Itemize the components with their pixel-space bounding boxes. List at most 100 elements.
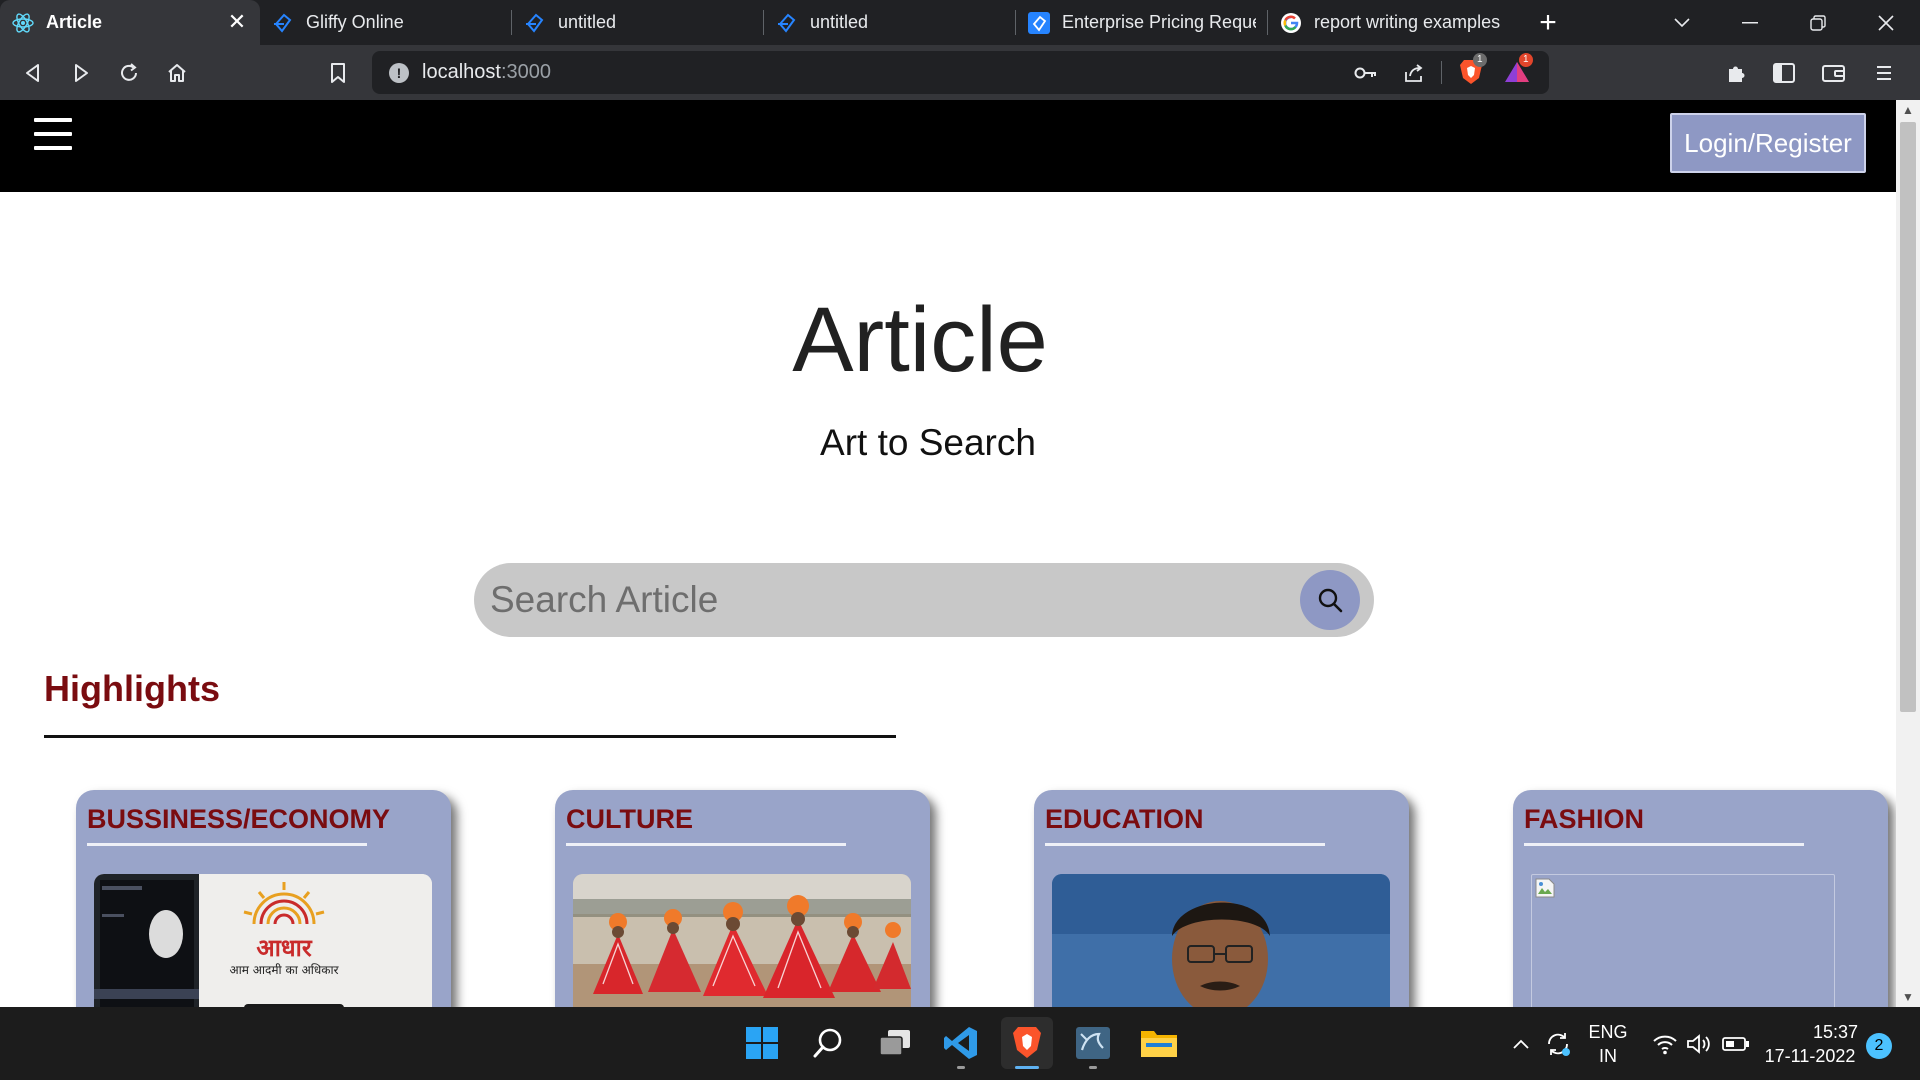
windows-start-icon[interactable]	[736, 1017, 788, 1069]
share-icon[interactable]	[1398, 57, 1430, 89]
url-port: :3000	[500, 61, 551, 83]
back-icon[interactable]	[17, 57, 49, 89]
card-image-broken	[1531, 874, 1835, 1007]
web-page: Login/Register Article Art to Search Hig…	[0, 100, 1896, 1007]
home-icon[interactable]	[161, 57, 193, 89]
tab-title: untitled	[558, 12, 617, 32]
highlights-heading: Highlights	[44, 668, 220, 709]
extensions-icon[interactable]	[1720, 57, 1752, 89]
tab-gliffy-online[interactable]: Gliffy Online	[260, 0, 512, 45]
aadhaar-tagline: आम आदमी का अधिकार	[229, 963, 339, 977]
tab-untitled-1[interactable]: untitled	[512, 0, 764, 45]
highlight-card-culture[interactable]: CULTURE	[555, 790, 930, 1007]
brave-shields-icon[interactable]: 1	[1455, 53, 1487, 88]
tab-article[interactable]: Article ✕	[0, 0, 260, 45]
highlights-divider	[44, 735, 896, 738]
tab-report-writing[interactable]: report writing examples	[1268, 0, 1520, 45]
key-icon[interactable]	[1350, 57, 1382, 89]
windows-taskbar: ENG IN 15:37 17-11-2022	[0, 1007, 1920, 1080]
tab-title: untitled	[810, 12, 869, 32]
new-tab-button[interactable]: +	[1520, 0, 1576, 45]
card-category: FASHION	[1524, 804, 1645, 834]
page-title: Article	[792, 289, 1048, 391]
aadhaar-caption: आधार	[256, 934, 313, 962]
highlight-card-fashion[interactable]: FASHION	[1513, 790, 1888, 1007]
search-input[interactable]	[490, 573, 1280, 627]
gliffy-icon	[524, 12, 546, 34]
card-category-rule	[1524, 843, 1804, 846]
card-image-aadhaar: आधार आम आदमी का अधिकार	[94, 874, 432, 1007]
tab-untitled-2[interactable]: untitled	[764, 0, 1016, 45]
clock-time: 15:37	[1812, 1021, 1858, 1042]
language-code: ENG	[1588, 1021, 1628, 1042]
scrollbar-thumb[interactable]	[1900, 122, 1916, 712]
card-category-rule	[87, 843, 367, 846]
shields-badge: 1	[1473, 53, 1487, 67]
rewards-badge: 1	[1519, 53, 1533, 67]
card-category-rule	[1045, 843, 1325, 846]
address-bar[interactable]: ! localhost:3000 1 1	[372, 51, 1549, 94]
notification-badge[interactable]: 2	[1866, 1033, 1892, 1059]
hamburger-menu-icon[interactable]	[34, 118, 72, 156]
tab-search-chevron-icon[interactable]	[1648, 0, 1716, 45]
site-navbar: Login/Register	[0, 100, 1896, 192]
login-register-button[interactable]: Login/Register	[1670, 113, 1866, 173]
broken-image-icon	[1535, 878, 1555, 898]
language-indicator[interactable]: ENG IN	[1582, 1007, 1634, 1080]
taskbar-search-icon[interactable]	[803, 1017, 855, 1069]
wifi-icon[interactable]	[1648, 1007, 1682, 1080]
mysql-workbench-icon[interactable]	[1067, 1017, 1119, 1069]
page-scrollbar[interactable]: ▲ ▼	[1896, 100, 1920, 1007]
running-indicator	[1089, 1066, 1097, 1069]
brave-rewards-icon[interactable]: 1	[1501, 53, 1533, 88]
bookmark-icon[interactable]	[322, 57, 354, 89]
sidebar-icon[interactable]	[1768, 57, 1800, 89]
vscode-icon[interactable]	[935, 1017, 987, 1069]
minimize-icon[interactable]	[1716, 0, 1784, 45]
tab-title: report writing examples	[1314, 12, 1501, 32]
scroll-up-icon[interactable]: ▲	[1896, 100, 1920, 120]
forward-icon[interactable]	[65, 57, 97, 89]
card-category-rule	[566, 843, 846, 846]
url-host: localhost	[422, 61, 501, 83]
reload-icon[interactable]	[113, 57, 145, 89]
highlight-card-education[interactable]: EDUCATION	[1034, 790, 1409, 1007]
search-button[interactable]	[1300, 570, 1360, 630]
running-indicator	[1015, 1066, 1039, 1069]
file-explorer-icon[interactable]	[1133, 1017, 1185, 1069]
google-icon	[1280, 12, 1302, 34]
search-bar	[474, 563, 1374, 637]
card-image-dancers	[573, 874, 911, 1007]
card-category: BUSSINESS/ECONOMY	[87, 804, 391, 834]
clock-date: 17-11-2022	[1764, 1045, 1856, 1066]
volume-icon[interactable]	[1682, 1007, 1716, 1080]
card-category: CULTURE	[566, 804, 693, 834]
card-image-minister	[1052, 874, 1390, 1007]
page-subtitle: Art to Search	[820, 422, 1036, 463]
show-hidden-icons-icon[interactable]	[1508, 1007, 1534, 1080]
battery-icon[interactable]	[1718, 1007, 1754, 1080]
close-window-icon[interactable]	[1852, 0, 1920, 45]
window-controls	[1648, 0, 1920, 45]
card-category: EDUCATION	[1045, 804, 1204, 834]
site-info-icon[interactable]: !	[389, 63, 409, 83]
search-icon	[1318, 588, 1343, 613]
browser-tab-strip: Article ✕ Gliffy Online untitled untitle…	[0, 0, 1920, 45]
sync-icon[interactable]	[1540, 1007, 1576, 1080]
wallet-icon[interactable]	[1818, 57, 1850, 89]
tab-title: Article	[46, 12, 103, 32]
react-icon	[12, 12, 34, 34]
task-view-icon[interactable]	[869, 1017, 921, 1069]
close-tab-icon[interactable]: ✕	[226, 11, 248, 33]
clock[interactable]: 15:37 17-11-2022	[1762, 1007, 1858, 1080]
url-text: localhost:3000	[422, 61, 551, 84]
omnibox-divider	[1441, 61, 1442, 84]
brave-browser-icon[interactable]	[1001, 1017, 1053, 1069]
browser-toolbar: ! localhost:3000 1 1	[0, 45, 1920, 100]
restore-icon[interactable]	[1784, 0, 1852, 45]
highlight-card-business[interactable]: BUSSINESS/ECONOMY आधार आम आदमी का अधिकार	[76, 790, 451, 1007]
tab-enterprise-pricing[interactable]: Enterprise Pricing Reque	[1016, 0, 1268, 45]
menu-icon[interactable]	[1868, 57, 1900, 89]
scroll-down-icon[interactable]: ▼	[1896, 987, 1920, 1007]
gliffy-icon	[272, 12, 294, 34]
